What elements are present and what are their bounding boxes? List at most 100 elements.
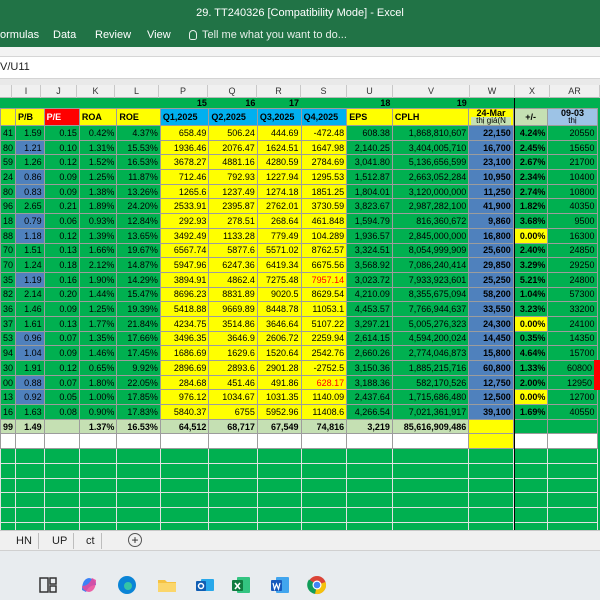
empty-cell[interactable]: [43, 506, 80, 523]
cell-pe[interactable]: 0.05: [43, 389, 80, 406]
empty-cell[interactable]: [391, 448, 470, 464]
cell-q2[interactable]: 5877.6: [208, 242, 258, 259]
tell-me-box[interactable]: Tell me what you want to do...: [189, 29, 347, 41]
cell-roe[interactable]: 14.87%: [116, 257, 161, 273]
cell-q4[interactable]: 461.848: [300, 213, 348, 229]
empty-cell[interactable]: [468, 477, 514, 494]
cell-price[interactable]: 39,100: [468, 404, 514, 420]
empty-cell[interactable]: [512, 448, 549, 464]
cell-pe[interactable]: 0.10: [43, 139, 80, 156]
cell-pb[interactable]: 1.46: [15, 301, 45, 317]
cell-q4[interactable]: 1295.53: [300, 169, 348, 185]
cell-q4[interactable]: 8629.54: [300, 286, 348, 303]
column-header-r[interactable]: R: [257, 85, 301, 98]
empty-cell[interactable]: [468, 521, 514, 530]
empty-cell[interactable]: [512, 521, 549, 530]
cell-roe[interactable]: 15.47%: [116, 286, 161, 303]
cell-pe[interactable]: 0.13: [43, 242, 80, 259]
empty-cell[interactable]: [15, 433, 45, 450]
header-q2[interactable]: Q2,2025: [208, 108, 258, 126]
empty-cell[interactable]: [512, 462, 549, 479]
cell-partial[interactable]: 53: [0, 330, 17, 347]
cell-q2[interactable]: 3514.86: [208, 315, 258, 332]
cell-q2[interactable]: 4881.16: [208, 154, 258, 171]
cell-cplh[interactable]: 5,005,276,323: [391, 315, 470, 332]
empty-cell[interactable]: [391, 462, 470, 479]
cell-roe[interactable]: 22.05%: [116, 374, 161, 391]
cell-ar[interactable]: 15650: [547, 139, 598, 156]
header-q3[interactable]: Q3,2025: [256, 108, 302, 126]
cell-q3[interactable]: 1227.94: [256, 169, 302, 185]
cell-partial[interactable]: 37: [0, 315, 17, 332]
empty-cell[interactable]: [43, 433, 80, 450]
cell-eps[interactable]: 1,512.87: [346, 169, 393, 185]
empty-cell[interactable]: [43, 448, 80, 464]
cell-partial[interactable]: 00: [0, 374, 17, 391]
empty-cell[interactable]: [159, 477, 210, 494]
cell-q4[interactable]: 1647.98: [300, 139, 348, 156]
cell-pe[interactable]: 0.07: [43, 374, 80, 391]
empty-cell[interactable]: [43, 477, 80, 494]
column-header-j[interactable]: J: [41, 85, 77, 98]
cell-cplh[interactable]: 7,766,944,637: [391, 301, 470, 317]
empty-cell[interactable]: [78, 521, 118, 530]
cell-partial[interactable]: 18: [0, 213, 17, 229]
cell-roe[interactable]: 9.92%: [116, 360, 161, 376]
empty-cell[interactable]: [116, 492, 161, 508]
total-q3[interactable]: 67,549: [256, 418, 302, 435]
empty-cell[interactable]: [256, 462, 302, 479]
empty-cell[interactable]: [43, 521, 80, 530]
cell-partial[interactable]: 16: [0, 404, 17, 420]
task-view-icon[interactable]: [37, 574, 59, 596]
tab-review[interactable]: Review: [95, 29, 131, 41]
empty-cell[interactable]: [0, 506, 17, 523]
cell-roa[interactable]: 0.90%: [78, 404, 118, 420]
cell-q3[interactable]: 1031.35: [256, 389, 302, 406]
cell-q3[interactable]: 5571.02: [256, 242, 302, 259]
empty-cell[interactable]: [0, 477, 17, 494]
cell-ar[interactable]: 15700: [547, 345, 598, 361]
cell-partial[interactable]: 80: [0, 183, 17, 200]
header-roe[interactable]: ROE: [116, 108, 161, 126]
cell-q3[interactable]: 2606.72: [256, 330, 302, 347]
cell-q4[interactable]: 6675.56: [300, 257, 348, 273]
empty-cell[interactable]: [0, 448, 17, 464]
cell-price[interactable]: 16,800: [468, 227, 514, 244]
cell-roe[interactable]: 12.84%: [116, 213, 161, 229]
cell-partial[interactable]: 24: [0, 169, 17, 185]
cell-pb[interactable]: 0.83: [15, 183, 45, 200]
cell-partial[interactable]: 70: [0, 257, 17, 273]
empty-cell[interactable]: [256, 506, 302, 523]
cell-price[interactable]: 25,600: [468, 242, 514, 259]
cell-roe[interactable]: 17.85%: [116, 389, 161, 406]
header-roa[interactable]: ROA: [78, 108, 118, 126]
empty-cell[interactable]: [300, 448, 348, 464]
empty-cell[interactable]: [43, 492, 80, 508]
empty-cell[interactable]: [256, 448, 302, 464]
cell-q1[interactable]: 5840.37: [159, 404, 210, 420]
name-box[interactable]: V/U11: [0, 61, 30, 73]
column-header-u[interactable]: U: [347, 85, 393, 98]
cell-pb[interactable]: 0.92: [15, 389, 45, 406]
cell-q3[interactable]: 491.86: [256, 374, 302, 391]
sheet-tab-hn[interactable]: HN: [10, 533, 39, 549]
tab-data[interactable]: Data: [53, 29, 76, 41]
cell-cplh[interactable]: 8,355,675,094: [391, 286, 470, 303]
empty-cell[interactable]: [346, 506, 393, 523]
cell-q3[interactable]: 8448.78: [256, 301, 302, 317]
cell-cplh[interactable]: 1,868,810,607: [391, 125, 470, 141]
empty-cell[interactable]: [391, 492, 470, 508]
cell-eps[interactable]: 1,594.79: [346, 213, 393, 229]
empty-cell[interactable]: [468, 492, 514, 508]
cell-ar[interactable]: 9500: [547, 213, 598, 229]
cell-q1[interactable]: 1265.6: [159, 183, 210, 200]
cell-pct[interactable]: 0.35%: [512, 330, 549, 347]
cell-partial[interactable]: 41: [0, 125, 17, 141]
cell-pct[interactable]: 1.69%: [512, 404, 549, 420]
cell-roa[interactable]: 1.00%: [78, 389, 118, 406]
cell-q1[interactable]: 2533.91: [159, 198, 210, 215]
cell-ar[interactable]: 40550: [547, 404, 598, 420]
column-header-q[interactable]: Q: [208, 85, 257, 98]
cell-q3[interactable]: 268.64: [256, 213, 302, 229]
cell-pct[interactable]: 0.00%: [512, 227, 549, 244]
